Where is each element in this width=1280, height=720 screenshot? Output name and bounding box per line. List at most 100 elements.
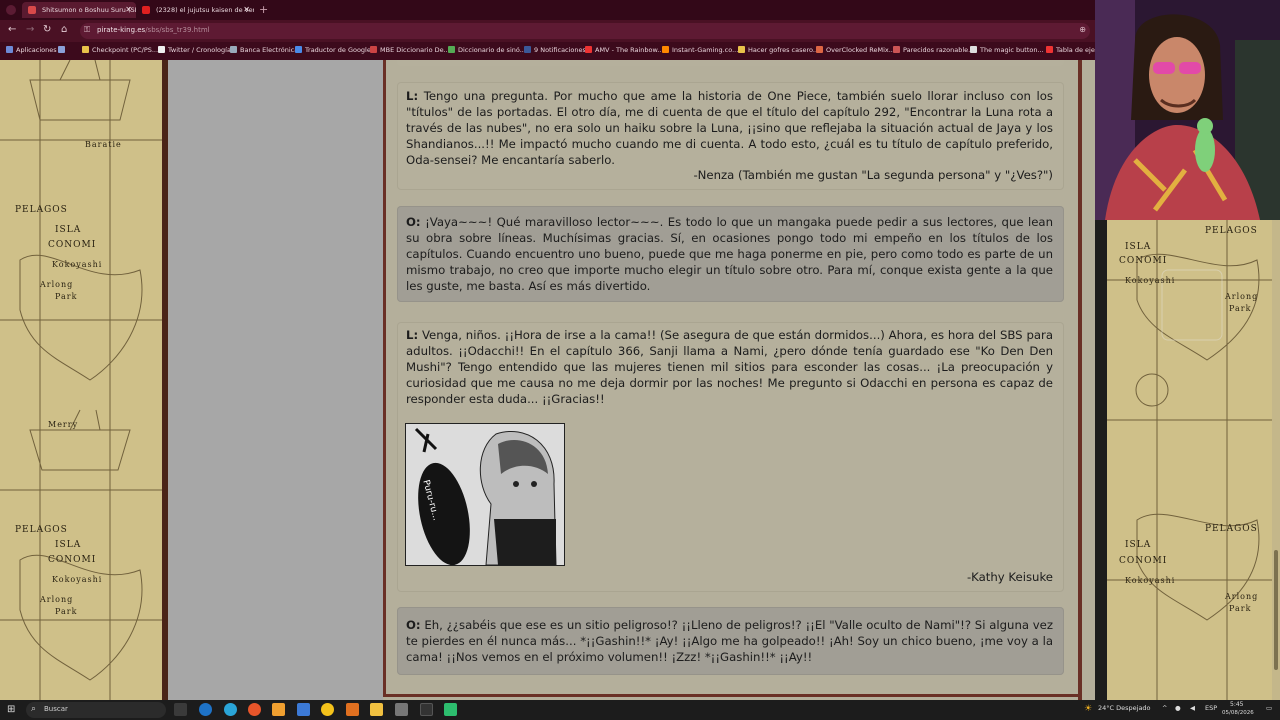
url-field[interactable]: ⚿ pirate-king.es/sbs/sbs_tr39.html ⊕ [80,23,1090,39]
weather-text[interactable]: 24°C Despejado [1098,704,1151,712]
browser-chrome: Shitsumon o Boshuu Suru (SBS) ... ✕ (232… [0,0,1103,60]
bookmark-item[interactable]: Instant-Gaming.co... [662,46,738,54]
map-label: ISLA [1125,540,1152,550]
page-scrollbar[interactable] [1272,220,1280,700]
bookmark-apps[interactable]: Aplicaciones [6,46,57,54]
facebook-icon [524,46,531,53]
browser-menu-icon[interactable] [6,5,16,15]
answer-box: O: ¡Vaya~~~! Qué maravilloso lector~~~. … [397,206,1064,302]
firefox-icon[interactable] [248,703,261,716]
app-icon[interactable] [346,703,359,716]
answer-text: O: Eh, ¿¿sabéis que ese es un sitio peli… [406,617,1053,665]
file-explorer-icon[interactable] [370,703,383,716]
bookmark-item[interactable]: Twitter / Cronología [158,46,231,54]
grid-icon [58,46,65,53]
map-label: Merry [48,420,79,429]
right-map-decoration: PELAGOS ISLA CONOMI Kokoyashi Arlong Par… [1107,220,1272,700]
tab-youtube[interactable]: (2328) el jujutsu kaisen de vert... ✕ [136,2,254,18]
bookmark-folder[interactable] [58,46,68,54]
app-icon[interactable] [272,703,285,716]
url-host: pirate-king.es [97,26,146,34]
chrome-icon[interactable] [321,703,334,716]
map-lines [0,60,162,700]
bookmark-item[interactable]: OverClocked ReMix... [816,46,895,54]
zoom-icon[interactable]: ⊕ [1079,25,1086,34]
translate-icon [295,46,302,53]
obs-icon[interactable] [420,703,433,716]
tray-chevron-icon[interactable]: ^ [1162,704,1167,712]
bookmark-label: Parecidos razonable... [903,46,975,54]
search-placeholder: Buscar [44,705,68,713]
tab-sbs[interactable]: Shitsumon o Boshuu Suru (SBS) ... ✕ [22,2,136,18]
map-label: Park [55,607,78,616]
windows-taskbar: ⊞ ⌕ Buscar ☀ 24°C Despejado ^ ● ◀ ESP 5:… [0,700,1280,720]
bookmark-item[interactable]: Traductor de Google [295,46,371,54]
taskbar-search[interactable]: ⌕ Buscar [26,702,166,718]
bookmark-label: Instant-Gaming.co... [672,46,739,54]
edge-icon[interactable] [199,703,212,716]
notifications-icon[interactable]: ▭ [1266,704,1272,712]
map-label: ISLA [1125,242,1152,252]
map-label: Kokoyashi [52,575,103,584]
bookmark-icon [738,46,745,53]
search-icon: ⌕ [31,704,37,714]
bookmark-item[interactable]: Diccionario de sinó... [448,46,526,54]
app-icon[interactable] [297,703,310,716]
map-label: Park [55,292,78,301]
map-label: PELAGOS [1205,524,1258,534]
speaker-prefix: L: [406,328,419,342]
bookmark-item[interactable]: The magic button... [970,46,1044,54]
youtube-icon [142,6,150,14]
answer-box: O: Eh, ¿¿sabéis que ese es un sitio peli… [397,607,1064,675]
bookmark-item[interactable]: AMV - The Rainbow... [585,46,663,54]
bookmark-item[interactable]: 9 Notificaciones [524,46,586,54]
close-tab-icon[interactable]: ✕ [243,2,250,18]
answer-body: Eh, ¿¿sabéis que ese es un sitio peligro… [406,618,1053,664]
bookmark-label: Diccionario de sinó... [458,46,526,54]
bookmark-icon [816,46,823,53]
store-icon[interactable] [395,703,408,716]
bookmark-icon [82,46,89,53]
bookmark-label: Banca Electrónica [240,46,299,54]
bookmark-label: Hacer gofres casero... [748,46,820,54]
speaker-prefix: L: [406,89,419,103]
site-info-icon[interactable]: ⚿ [84,25,90,35]
bookmark-icon [893,46,900,53]
app-icon[interactable] [444,703,457,716]
map-label: CONOMI [48,240,97,250]
bookmark-item[interactable]: Checkpoint (PC/PS... [82,46,158,54]
map-label: ISLA [55,540,82,550]
clock-date[interactable]: 05/08/2026 [1222,710,1254,716]
back-icon[interactable]: ← [8,24,16,35]
reload-icon[interactable]: ↻ [43,24,51,35]
home-icon[interactable]: ⌂ [61,24,67,35]
speaker-icon[interactable]: ◀ [1190,704,1195,712]
scrollbar-thumb[interactable] [1274,550,1278,670]
language-indicator[interactable]: ESP [1205,704,1217,712]
bookmark-item[interactable]: MBE Diccionario De... [370,46,450,54]
start-icon[interactable]: ⊞ [7,704,15,715]
map-label: Arlong [40,280,74,289]
task-view-icon[interactable] [174,703,187,716]
question-box: L: Tengo una pregunta. Por mucho que ame… [397,82,1064,190]
bookmark-label: Checkpoint (PC/PS... [92,46,159,54]
answer-body: ¡Vaya~~~! Qué maravilloso lector~~~. Es … [406,215,1053,293]
map-label: Kokoyashi [1125,576,1176,585]
map-label: Park [1229,304,1252,313]
map-label: PELAGOS [1205,226,1258,236]
browser-icon[interactable] [224,703,237,716]
forward-icon[interactable]: → [26,24,34,35]
streamer-video [1095,0,1280,220]
clock-time[interactable]: 5:45 [1230,701,1243,708]
map-label: PELAGOS [15,525,68,535]
microphone-icon[interactable]: ● [1175,704,1181,712]
map-label: CONOMI [48,555,97,565]
question-body: Tengo una pregunta. Por mucho que ame la… [406,89,1053,167]
bookmark-item[interactable]: Banca Electrónica [230,46,298,54]
apps-icon [6,46,13,53]
favicon-icon [28,6,36,14]
bookmark-item[interactable]: Parecidos razonable... [893,46,974,54]
bookmark-item[interactable]: Hacer gofres casero... [738,46,819,54]
close-tab-icon[interactable]: ✕ [125,2,132,18]
new-tab-button[interactable]: + [259,2,268,18]
